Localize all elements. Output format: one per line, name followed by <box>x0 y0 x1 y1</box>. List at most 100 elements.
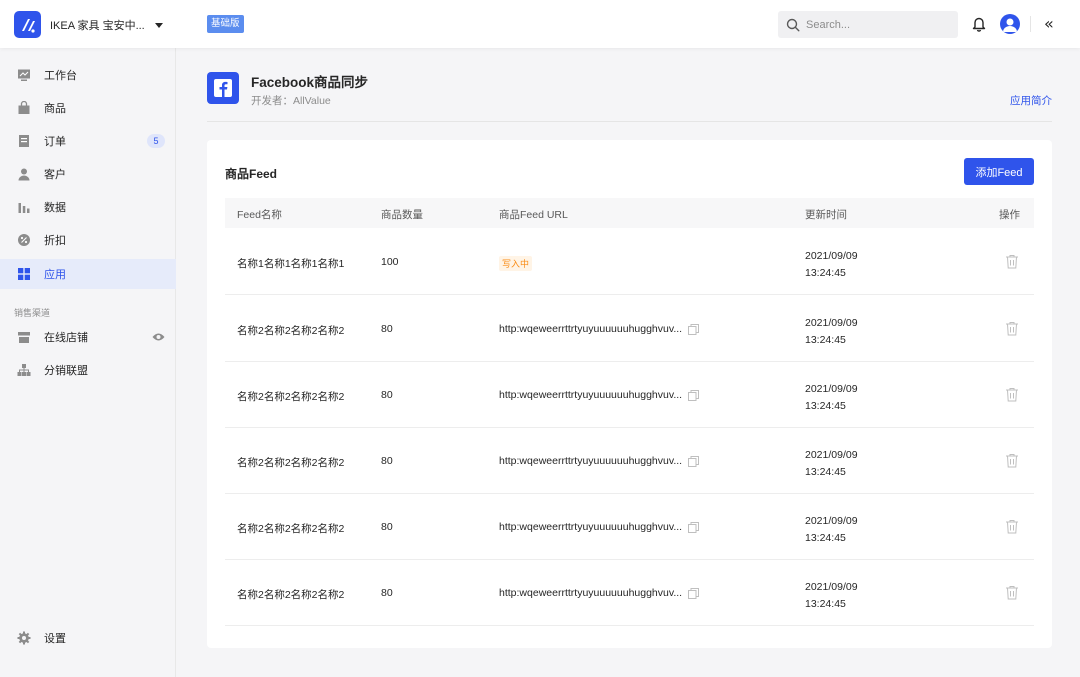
updated-date: 2021/09/09 <box>805 317 858 329</box>
allvalue-logo-icon[interactable] <box>14 11 41 38</box>
add-feed-button[interactable]: 添加Feed <box>964 158 1034 185</box>
search-icon <box>786 18 800 32</box>
table-row: 名称2名称2名称2名称2 80 http:wqeweerrttrtyuyuuuu… <box>225 494 1034 560</box>
sidebar-item-orders[interactable]: 订单 5 <box>0 126 176 156</box>
updated-time: 2021/09/09 13:24:45 <box>805 579 858 613</box>
updated-date: 2021/09/09 <box>805 383 858 395</box>
facebook-app-icon <box>207 72 239 104</box>
updated-date: 2021/09/09 <box>805 515 858 527</box>
column-header-url: 商品Feed URL <box>499 209 568 221</box>
delete-icon[interactable] <box>1005 585 1019 600</box>
copy-icon[interactable] <box>688 587 700 599</box>
copy-icon[interactable] <box>688 455 700 467</box>
sidebar-item-online-store[interactable]: 在线店铺 <box>0 322 176 352</box>
delete-icon[interactable] <box>1005 387 1019 402</box>
table-row: 名称2名称2名称2名称2 80 http:wqeweerrttrtyuyuuuu… <box>225 362 1034 428</box>
app-developer: 开发者：AllValue <box>251 95 331 107</box>
sidebar-item-label: 折扣 <box>44 235 66 247</box>
feed-name: 名称2名称2名称2名称2 <box>237 457 345 469</box>
sidebar-item-label: 应用 <box>44 269 66 281</box>
sidebar-item-label: 订单 <box>44 136 66 148</box>
product-count: 80 <box>381 521 393 533</box>
bell-icon[interactable] <box>972 16 986 32</box>
column-header-updated: 更新时间 <box>805 209 847 221</box>
delete-icon[interactable] <box>1005 321 1019 336</box>
feed-url[interactable]: http:wqeweerrttrtyuyuuuuuuhugghvuv... <box>499 323 682 335</box>
updated-clock: 13:24:45 <box>805 532 846 544</box>
avatar[interactable] <box>1000 14 1020 34</box>
updated-date: 2021/09/09 <box>805 250 858 262</box>
copy-icon[interactable] <box>688 323 700 335</box>
eye-icon[interactable] <box>152 331 165 343</box>
app-intro-link[interactable]: 应用简介 <box>1010 93 1052 108</box>
store-icon <box>18 332 30 343</box>
updated-time: 2021/09/09 13:24:45 <box>805 248 858 282</box>
order-count-badge: 5 <box>147 134 165 148</box>
column-header-name: Feed名称 <box>237 209 282 221</box>
sidebar-item-data[interactable]: 数据 <box>0 192 176 222</box>
page-title: Facebook商品同步 <box>251 75 369 90</box>
bag-icon <box>18 101 30 114</box>
sales-channel-section-title: 销售渠道 <box>14 308 51 318</box>
updated-time: 2021/09/09 13:24:45 <box>805 447 858 481</box>
delete-icon[interactable] <box>1005 254 1019 269</box>
feed-name: 名称2名称2名称2名称2 <box>237 391 345 403</box>
updated-clock: 13:24:45 <box>805 598 846 610</box>
table-row: 名称2名称2名称2名称2 80 http:wqeweerrttrtyuyuuuu… <box>225 296 1034 362</box>
feed-url-cell: http:wqeweerrttrtyuyuuuuuuhugghvuv... <box>499 323 700 335</box>
copy-icon[interactable] <box>688 521 700 533</box>
store-name: IKEA 家具 宝安中... <box>50 20 145 32</box>
search-box[interactable] <box>778 11 958 38</box>
feed-name: 名称2名称2名称2名称2 <box>237 589 345 601</box>
feed-url[interactable]: http:wqeweerrttrtyuyuuuuuuhugghvuv... <box>499 587 682 599</box>
bar-chart-icon <box>18 203 30 213</box>
caret-down-icon <box>154 22 163 28</box>
updated-time: 2021/09/09 13:24:45 <box>805 513 858 547</box>
sidebar-item-products[interactable]: 商品 <box>0 93 176 123</box>
feed-card: 商品Feed 添加Feed Feed名称 商品数量 商品Feed URL 更新时… <box>207 140 1052 648</box>
gear-icon <box>17 631 31 645</box>
sidebar-item-discounts[interactable]: 折扣 <box>0 225 176 255</box>
feed-url[interactable]: http:wqeweerrttrtyuyuuuuuuhugghvuv... <box>499 455 682 467</box>
divider <box>207 121 1052 122</box>
plan-badge: 基础版 <box>207 15 244 33</box>
copy-icon[interactable] <box>688 389 700 401</box>
updated-date: 2021/09/09 <box>805 449 858 461</box>
column-header-actions: 操作 <box>999 209 1020 221</box>
product-count: 80 <box>381 587 393 599</box>
user-icon <box>18 168 30 181</box>
updated-date: 2021/09/09 <box>805 581 858 593</box>
updated-clock: 13:24:45 <box>805 267 846 279</box>
status-badge: 写入中 <box>499 256 533 271</box>
sidebar-item-settings[interactable]: 设置 <box>0 623 176 653</box>
card-title: 商品Feed <box>225 167 278 181</box>
sidebar-item-customers[interactable]: 客户 <box>0 159 176 189</box>
sidebar-item-label: 商品 <box>44 103 66 115</box>
sidebar-item-label: 客户 <box>44 169 66 181</box>
sidebar-item-label: 工作台 <box>44 70 77 82</box>
sidebar-item-affiliate[interactable]: 分销联盟 <box>0 355 176 385</box>
feed-name: 名称2名称2名称2名称2 <box>237 523 345 535</box>
updated-clock: 13:24:45 <box>805 400 846 412</box>
delete-icon[interactable] <box>1005 453 1019 468</box>
delete-icon[interactable] <box>1005 519 1019 534</box>
feed-url-cell: http:wqeweerrttrtyuyuuuuuuhugghvuv... <box>499 389 700 401</box>
header-divider <box>1030 16 1031 32</box>
sidebar-item-label: 在线店铺 <box>44 332 88 344</box>
product-count: 80 <box>381 455 393 467</box>
table-row: 名称2名称2名称2名称2 80 http:wqeweerrttrtyuyuuuu… <box>225 428 1034 494</box>
sidebar-item-dashboard[interactable]: 工作台 <box>0 60 176 90</box>
feed-url-cell: http:wqeweerrttrtyuyuuuuuuhugghvuv... <box>499 455 700 467</box>
feed-name: 名称2名称2名称2名称2 <box>237 325 345 337</box>
feed-url[interactable]: http:wqeweerrttrtyuyuuuuuuhugghvuv... <box>499 389 682 401</box>
sidebar: 工作台 商品 订单 5 客户 数据 折扣 应用 销售渠道 在线店铺 分销联盟 设… <box>0 48 176 677</box>
feed-url-cell: http:wqeweerrttrtyuyuuuuuuhugghvuv... <box>499 521 700 533</box>
search-input[interactable] <box>806 18 946 31</box>
sidebar-item-apps[interactable]: 应用 <box>0 259 176 289</box>
collapse-sidebar-icon[interactable]: « <box>1044 14 1054 33</box>
updated-clock: 13:24:45 <box>805 334 846 346</box>
store-switcher[interactable]: IKEA 家具 宝安中... <box>50 17 163 33</box>
apps-icon <box>18 268 30 280</box>
feed-url[interactable]: http:wqeweerrttrtyuyuuuuuuhugghvuv... <box>499 521 682 533</box>
sidebar-item-label: 设置 <box>44 633 66 645</box>
